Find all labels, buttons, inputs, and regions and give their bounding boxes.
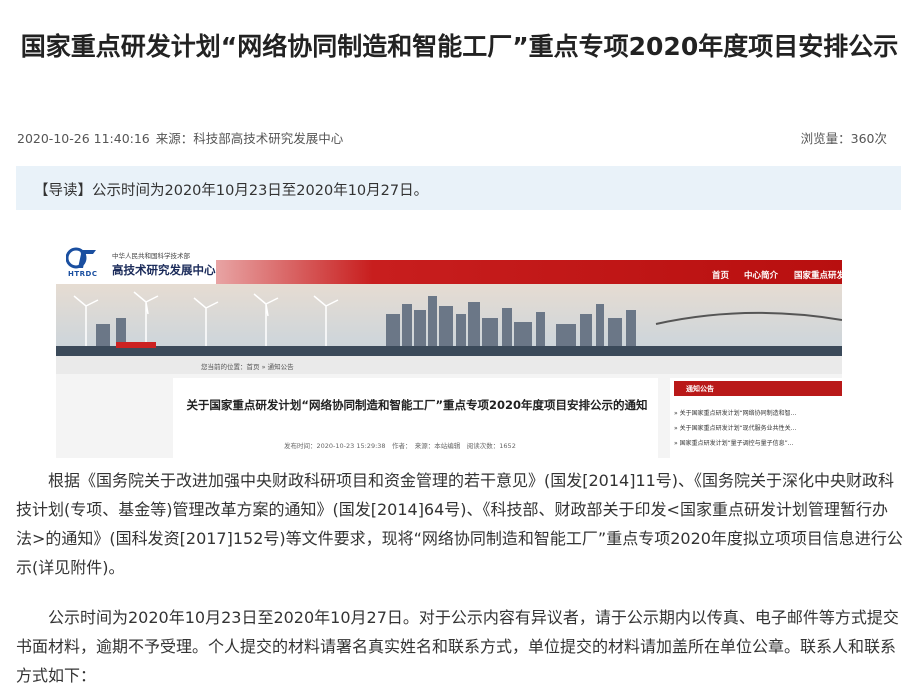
body-paragraph-1: 根据《国务院关于改进加强中央财政科研项目和资金管理的若干意见》(国发[2014]… xyxy=(16,471,903,577)
notice-item: » 国家重点研发计划“量子调控与量子信息”... xyxy=(674,440,794,447)
center-name: 高技术研究发展中心 xyxy=(112,263,216,277)
city-skyline-banner xyxy=(56,284,842,356)
view-count: 浏览量：360次 xyxy=(800,131,887,146)
source-label: 来源： xyxy=(155,131,194,146)
embedded-screenshot: HTRDC 中华人民共和国科学技术部 高技术研究发展中心 首页 中心简介 国家重… xyxy=(56,240,842,458)
lead-text: 公示时间为2020年10月23日至2020年10月27日。 xyxy=(92,183,429,199)
nav-about: 中心简介 xyxy=(744,271,779,281)
body-paragraph-2: 公示时间为2020年10月23日至2020年10月27日。对于公示内容有异议者，… xyxy=(16,608,899,685)
article-meta: 2020-10-26 11:40:16 来源：科技部高技术研究发展中心 浏览量：3… xyxy=(17,128,887,147)
ministry-name: 中华人民共和国科学技术部 xyxy=(112,252,190,260)
notice-sidebar-title: 通知公告 xyxy=(686,385,714,393)
page-title: 国家重点研发计划“网络协同制造和智能工厂”重点专项2020年度项目安排公示 xyxy=(20,32,899,61)
inner-article-meta: 发布时间：2020-10-23 15:29:38 作者： 来源：本站编辑 阅读次… xyxy=(284,442,516,450)
publish-datetime: 2020-10-26 11:40:16 xyxy=(17,131,150,146)
nav-programs: 国家重点研发计划重点专项 xyxy=(794,271,842,281)
notice-item: » 关于国家重点研发计划“网络协同制造和智... xyxy=(674,410,797,417)
htrdc-logo-icon xyxy=(66,247,96,269)
breadcrumb-bar xyxy=(56,356,842,374)
lead-tag: 【导读】 xyxy=(34,183,92,199)
inner-article-title: 关于国家重点研发计划“网络协同制造和智能工厂”重点专项2020年度项目安排公示的… xyxy=(186,398,648,412)
breadcrumb: 您当前的位置：首页 » 通知公告 xyxy=(201,363,294,371)
notice-item: » 关于国家重点研发计划“现代服务业共性关... xyxy=(674,425,797,432)
logo-abbreviation: HTRDC xyxy=(68,270,98,278)
source-text: 科技部高技术研究发展中心 xyxy=(193,131,344,146)
lead-box: 【导读】公示时间为2020年10月23日至2020年10月27日。 xyxy=(16,166,901,210)
nav-home: 首页 xyxy=(712,271,730,281)
